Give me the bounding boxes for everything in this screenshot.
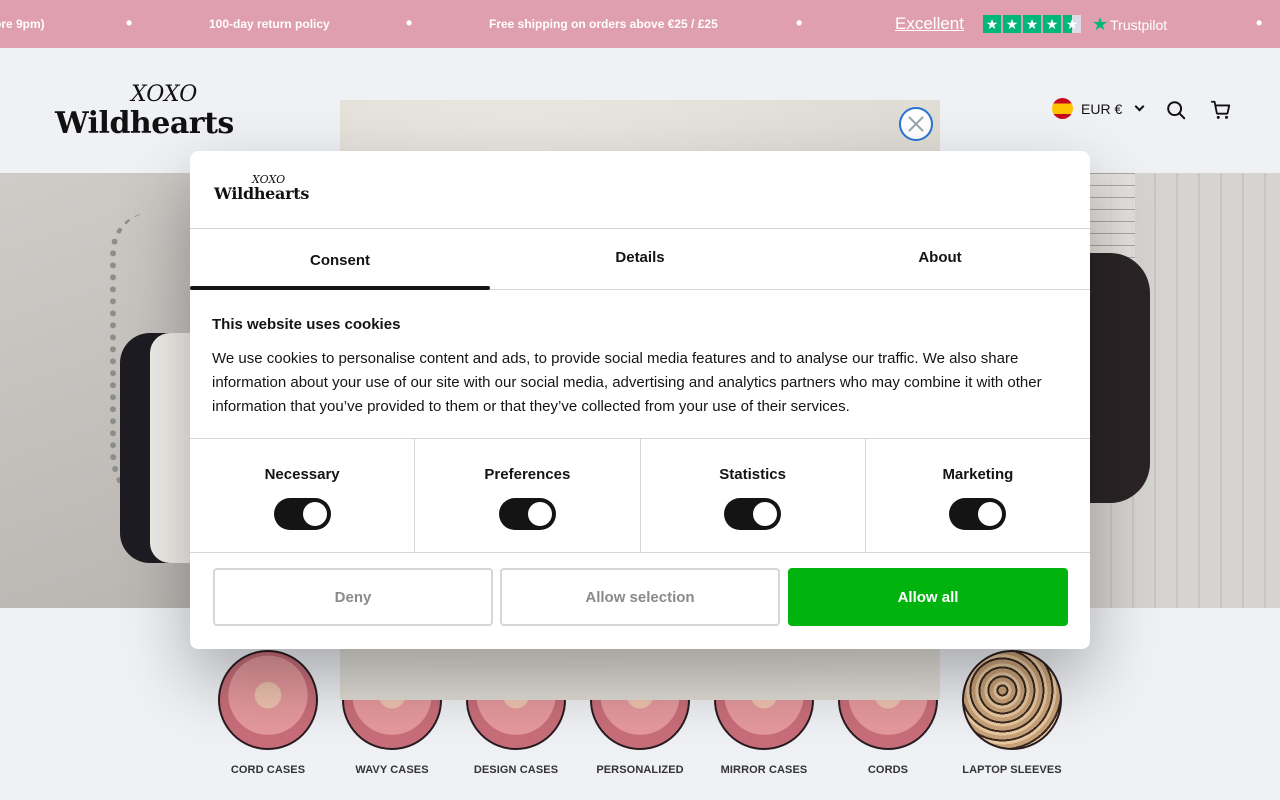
tab-details[interactable]: Details bbox=[490, 229, 790, 289]
preferences-toggle[interactable] bbox=[498, 498, 556, 530]
marketing-toggle[interactable] bbox=[949, 498, 1007, 530]
announcement-bar: ore 9pm) • 100-day return policy • Free … bbox=[0, 0, 1280, 48]
toggle-group-preferences: Preferences bbox=[414, 439, 639, 552]
allow-selection-button[interactable]: Allow selection bbox=[500, 568, 780, 626]
announcement-item: ore 9pm) bbox=[0, 17, 45, 31]
cart-icon[interactable] bbox=[1210, 99, 1232, 121]
trustpilot-rating-link[interactable]: Excellent bbox=[895, 14, 964, 34]
announcement-item: Free shipping on orders above €25 / £25 bbox=[489, 17, 718, 31]
star-half-icon: ★ bbox=[1063, 15, 1081, 33]
popup-close-button[interactable] bbox=[899, 107, 933, 141]
flag-spain-icon bbox=[1052, 98, 1073, 119]
toggle-knob bbox=[978, 502, 1003, 526]
trustpilot-star-icon: ★ bbox=[1092, 14, 1109, 34]
consent-toggles: Necessary Preferences Statistics Marketi… bbox=[190, 438, 1090, 553]
consent-tabs: Consent Details About bbox=[190, 228, 1090, 290]
star-icon: ★ bbox=[983, 15, 1001, 33]
toggle-group-necessary: Necessary bbox=[190, 439, 414, 552]
tab-about[interactable]: About bbox=[790, 229, 1090, 289]
separator-dot: • bbox=[406, 13, 413, 33]
star-icon: ★ bbox=[1003, 15, 1021, 33]
trustpilot-logo: ★ Trustpilot bbox=[1092, 14, 1168, 34]
consent-title: This website uses cookies bbox=[212, 316, 401, 333]
search-icon[interactable] bbox=[1165, 99, 1187, 121]
category-laptop-sleeves[interactable]: LAPTOP SLEEVES bbox=[957, 650, 1067, 776]
statistics-toggle[interactable] bbox=[724, 498, 782, 530]
toggle-knob bbox=[753, 502, 778, 526]
currency-selector[interactable]: EUR € bbox=[1052, 98, 1145, 119]
toggle-group-statistics: Statistics bbox=[639, 439, 865, 552]
site-logo[interactable]: XOXO Wildhearts bbox=[55, 82, 265, 142]
announcement-item: 100-day return policy bbox=[209, 17, 330, 31]
trustpilot-stars: ★ ★ ★ ★ ★ bbox=[983, 15, 1081, 33]
dialog-logo: XOXO Wildhearts bbox=[214, 173, 310, 203]
necessary-toggle[interactable] bbox=[273, 498, 331, 530]
category-cord-cases[interactable]: CORD CASES bbox=[213, 650, 323, 776]
star-icon: ★ bbox=[1023, 15, 1041, 33]
category-image bbox=[962, 650, 1062, 750]
toggle-group-marketing: Marketing bbox=[864, 439, 1090, 552]
hero-image-right bbox=[1090, 173, 1280, 608]
deny-button[interactable]: Deny bbox=[213, 568, 493, 626]
currency-label: EUR € bbox=[1081, 100, 1123, 117]
separator-dot: • bbox=[796, 13, 803, 33]
allow-all-button[interactable]: Allow all bbox=[788, 568, 1068, 626]
close-icon bbox=[906, 114, 926, 134]
hero-image-left bbox=[0, 173, 200, 608]
cookie-consent-dialog: XOXO Wildhearts Consent Details About Th… bbox=[190, 151, 1090, 649]
toggle-knob bbox=[527, 502, 552, 526]
consent-body: This website uses cookies We use cookies… bbox=[212, 316, 1068, 419]
star-icon: ★ bbox=[1043, 15, 1061, 33]
chevron-down-icon bbox=[1134, 101, 1145, 112]
separator-dot: • bbox=[126, 13, 133, 33]
separator-dot: • bbox=[1256, 13, 1263, 33]
tab-consent[interactable]: Consent bbox=[190, 229, 490, 290]
toggle-knob bbox=[302, 502, 327, 526]
consent-text: We use cookies to personalise content an… bbox=[212, 350, 1042, 415]
category-image bbox=[218, 650, 318, 750]
